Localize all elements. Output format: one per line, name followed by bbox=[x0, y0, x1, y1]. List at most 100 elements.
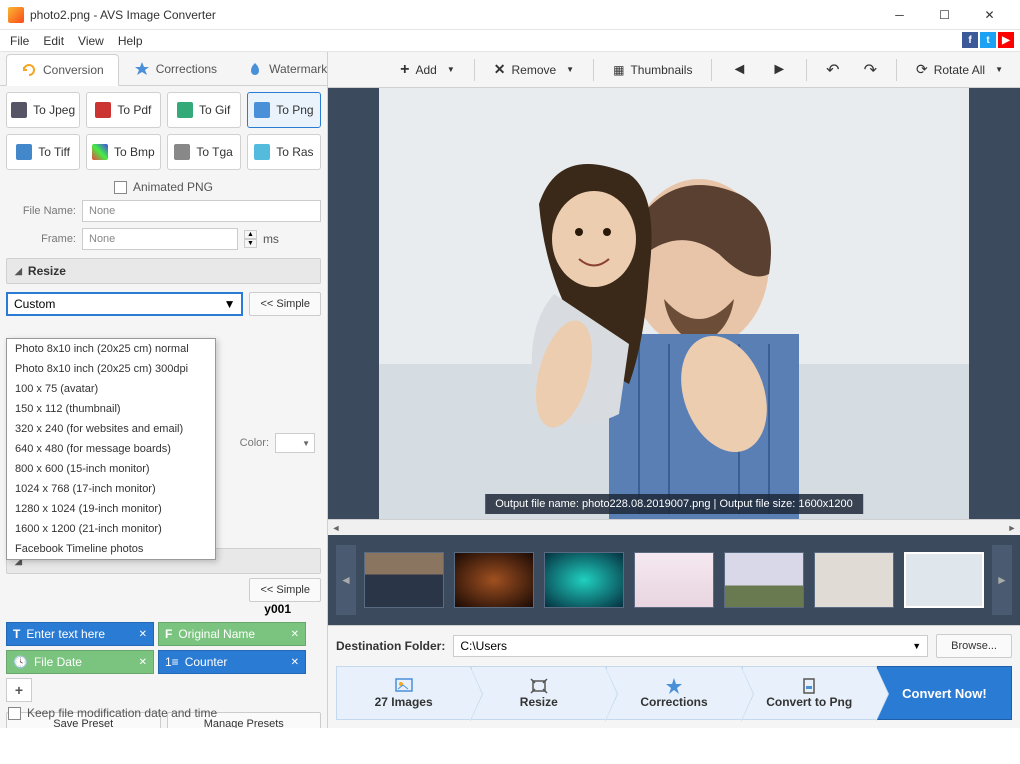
close-icon[interactable]: ✕ bbox=[291, 629, 299, 640]
chevron-down-icon: ▼ bbox=[447, 65, 455, 74]
rename-tags: TEnter text here✕ FOriginal Name✕ 🕓File … bbox=[6, 622, 321, 674]
thumbnail[interactable] bbox=[454, 552, 534, 608]
resize-option[interactable]: 100 x 75 (avatar) bbox=[7, 379, 215, 399]
resize-option[interactable]: 800 x 600 (15-inch monitor) bbox=[7, 459, 215, 479]
png-icon bbox=[254, 102, 270, 118]
grid-icon: ▦ bbox=[613, 63, 624, 77]
color-row: Color: ▼ bbox=[240, 433, 315, 453]
h-scrollbar[interactable]: ◄ ► bbox=[328, 519, 1020, 535]
thumbnail[interactable] bbox=[814, 552, 894, 608]
resize-preset-select[interactable]: Custom ▼ bbox=[6, 292, 243, 316]
resize-option[interactable]: 1280 x 1024 (19-inch monitor) bbox=[7, 499, 215, 519]
resize-dropdown[interactable]: Photo 8x10 inch (20x25 cm) normal Photo … bbox=[6, 338, 216, 560]
tag-text[interactable]: TEnter text here✕ bbox=[6, 622, 154, 646]
resize-simple-button[interactable]: << Simple bbox=[249, 292, 321, 316]
filename-input[interactable] bbox=[82, 200, 321, 222]
format-grid: To Jpeg To Pdf To Gif To Png To Tiff To … bbox=[6, 92, 321, 170]
step-images[interactable]: 27 Images bbox=[336, 666, 471, 720]
youtube-icon[interactable]: ▶ bbox=[998, 32, 1014, 48]
resize-option[interactable]: 1600 x 1200 (21-inch monitor) bbox=[7, 519, 215, 539]
scroll-right-icon[interactable]: ► bbox=[1004, 520, 1020, 536]
tab-conversion[interactable]: Conversion bbox=[6, 54, 119, 86]
rotate-left-button[interactable]: ↶ bbox=[815, 55, 850, 85]
keep-date-checkbox[interactable] bbox=[8, 707, 21, 720]
maximize-button[interactable]: ☐ bbox=[922, 1, 967, 29]
images-icon bbox=[394, 677, 414, 695]
tab-watermark[interactable]: Watermark bbox=[232, 53, 328, 85]
remove-button[interactable]: ✕Remove▼ bbox=[483, 56, 585, 83]
format-tga[interactable]: To Tga bbox=[167, 134, 241, 170]
thumbnail[interactable] bbox=[364, 552, 444, 608]
next-button[interactable]: ► bbox=[760, 56, 798, 84]
thumbnails-button[interactable]: ▦Thumbnails bbox=[602, 58, 703, 82]
format-tiff[interactable]: To Tiff bbox=[6, 134, 80, 170]
filename-row: File Name: bbox=[6, 200, 321, 222]
resize-option[interactable]: 640 x 480 (for message boards) bbox=[7, 439, 215, 459]
rename-row: << Simple bbox=[6, 578, 321, 602]
step-resize[interactable]: Resize bbox=[471, 666, 606, 720]
frame-input[interactable] bbox=[82, 228, 238, 250]
resize-option[interactable]: Photo 8x10 inch (20x25 cm) 300dpi bbox=[7, 359, 215, 379]
minimize-button[interactable]: ─ bbox=[877, 1, 922, 29]
browse-button[interactable]: Browse... bbox=[936, 634, 1012, 658]
close-button[interactable]: ✕ bbox=[967, 1, 1012, 29]
thumbnail-selected[interactable] bbox=[904, 552, 984, 608]
format-png[interactable]: To Png bbox=[247, 92, 321, 128]
rename-simple-button[interactable]: << Simple bbox=[249, 578, 321, 602]
pdf-icon bbox=[95, 102, 111, 118]
animated-checkbox[interactable] bbox=[114, 181, 127, 194]
close-icon[interactable]: ✕ bbox=[139, 657, 147, 668]
frame-row: Frame: ▲ ▼ ms bbox=[6, 228, 321, 250]
resize-header[interactable]: Resize bbox=[6, 258, 321, 284]
frame-stepper[interactable]: ▲ ▼ bbox=[244, 230, 257, 248]
resize-option[interactable]: 320 x 240 (for websites and email) bbox=[7, 419, 215, 439]
scroll-left-icon[interactable]: ◄ bbox=[328, 520, 344, 536]
step-convert-to[interactable]: Convert to Png bbox=[742, 666, 877, 720]
chevron-down-icon: ▼ bbox=[995, 65, 1003, 74]
step-corrections[interactable]: Corrections bbox=[606, 666, 741, 720]
arrow-left-icon: ◄ bbox=[731, 61, 747, 79]
thumbnail[interactable] bbox=[724, 552, 804, 608]
bottom-panel: Destination Folder: C:\Users ▼ Browse...… bbox=[328, 625, 1020, 728]
twitter-icon[interactable]: t bbox=[980, 32, 996, 48]
facebook-icon[interactable]: f bbox=[962, 32, 978, 48]
format-pdf[interactable]: To Pdf bbox=[86, 92, 160, 128]
add-button[interactable]: +Add▼ bbox=[389, 56, 466, 84]
preview-caption: Output file name: photo228.08.2019007.pn… bbox=[485, 494, 863, 514]
resize-option[interactable]: Photo 8x10 inch (20x25 cm) normal bbox=[7, 339, 215, 359]
add-tag-button[interactable]: + bbox=[6, 678, 32, 702]
destination-select[interactable]: C:\Users ▼ bbox=[453, 635, 928, 657]
rotate-icon: ⟳ bbox=[916, 61, 928, 78]
convert-now-button[interactable]: Convert Now! bbox=[877, 666, 1012, 720]
rotate-all-button[interactable]: ⟳Rotate All▼ bbox=[905, 56, 1014, 83]
format-gif[interactable]: To Gif bbox=[167, 92, 241, 128]
thumbnail[interactable] bbox=[634, 552, 714, 608]
format-jpeg[interactable]: To Jpeg bbox=[6, 92, 80, 128]
thumb-prev[interactable]: ◄ bbox=[336, 545, 356, 615]
content: Conversion Corrections Watermark To Jpeg… bbox=[0, 52, 1020, 728]
steps: 27 Images Resize Corrections Convert to … bbox=[336, 666, 1012, 720]
preview-area: Output file name: photo228.08.2019007.pn… bbox=[328, 88, 1020, 519]
menu-view[interactable]: View bbox=[74, 32, 108, 50]
tag-original-name[interactable]: FOriginal Name✕ bbox=[158, 622, 306, 646]
thumbnail[interactable] bbox=[544, 552, 624, 608]
format-bmp[interactable]: To Bmp bbox=[86, 134, 160, 170]
color-picker[interactable]: ▼ bbox=[275, 433, 315, 453]
close-icon[interactable]: ✕ bbox=[291, 657, 299, 668]
resize-select-row: Custom ▼ << Simple bbox=[6, 292, 321, 316]
resize-option[interactable]: 150 x 112 (thumbnail) bbox=[7, 399, 215, 419]
resize-option[interactable]: 1024 x 768 (17-inch monitor) bbox=[7, 479, 215, 499]
format-ras[interactable]: To Ras bbox=[247, 134, 321, 170]
thumb-container bbox=[364, 552, 984, 608]
thumb-next[interactable]: ► bbox=[992, 545, 1012, 615]
rotate-right-button[interactable]: ↷ bbox=[853, 55, 888, 85]
menu-file[interactable]: File bbox=[6, 32, 33, 50]
resize-option[interactable]: Facebook Timeline photos bbox=[7, 539, 215, 559]
tab-corrections[interactable]: Corrections bbox=[119, 53, 232, 85]
tag-counter[interactable]: 1≡Counter✕ bbox=[158, 650, 306, 674]
menu-edit[interactable]: Edit bbox=[39, 32, 68, 50]
prev-button[interactable]: ◄ bbox=[720, 56, 758, 84]
tag-file-date[interactable]: 🕓File Date✕ bbox=[6, 650, 154, 674]
close-icon[interactable]: ✕ bbox=[139, 629, 147, 640]
menu-help[interactable]: Help bbox=[114, 32, 147, 50]
